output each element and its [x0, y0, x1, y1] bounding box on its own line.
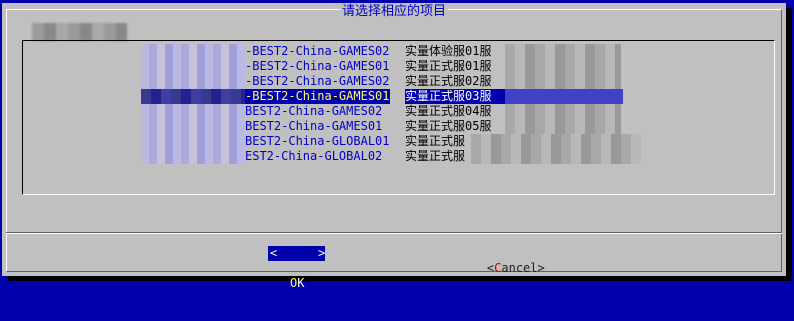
redacted-prompt-text [32, 23, 127, 41]
ok-right-bracket: > [318, 246, 326, 260]
dialog-window: 请选择相应的项目 -BEST2-China-GAMES02 实量体验服01服 -… [2, 3, 786, 290]
redacted-detail [471, 149, 641, 164]
menu-item-desc: 实量正式服04服 [405, 104, 492, 118]
redacted-detail [505, 89, 623, 104]
menu-item[interactable]: -BEST2-China-GAMES02 实量正式服02服 [141, 74, 621, 89]
menu-item-name: -BEST2-China-GAMES01 [245, 89, 390, 104]
ok-left-bracket: < [270, 246, 278, 260]
menu-item[interactable]: EST2-China-GLOBAL02 实量正式服 [141, 149, 641, 164]
cancel-button[interactable]: <Cancel> [458, 246, 545, 291]
menu-item-desc: 实量正式服02服 [405, 74, 492, 88]
redacted-detail [505, 44, 621, 59]
ok-button[interactable]: < OK > [268, 246, 326, 290]
menu-item[interactable]: BEST2-China-GAMES01 实量正式服05服 [141, 119, 621, 134]
redacted-detail [505, 104, 621, 119]
menu-item-desc: 实量正式服01服 [405, 59, 492, 73]
redacted-tag [141, 134, 245, 149]
menu-item-name: -BEST2-China-GAMES01 [245, 59, 390, 73]
menu-item-selected[interactable]: -BEST2-China-GAMES01 实量正式服03服 [141, 89, 623, 104]
redacted-detail [505, 119, 621, 134]
redacted-tag [141, 59, 245, 74]
menu-item[interactable]: BEST2-China-GLOBAL01 实量正式服 [141, 134, 641, 149]
cancel-right-bracket: > [537, 261, 545, 275]
menu-item-name: BEST2-China-GAMES01 [245, 119, 383, 133]
redacted-tag [141, 119, 245, 134]
redacted-detail [505, 59, 621, 74]
menu-item-name: BEST2-China-GAMES02 [245, 104, 383, 118]
menu-item-name: -BEST2-China-GAMES02 [245, 44, 390, 58]
menu-item-desc: 实量正式服 [405, 134, 466, 148]
dialog-title: 请选择相应的项目 [339, 4, 449, 20]
menu-item-name: -BEST2-China-GAMES02 [245, 74, 390, 88]
redacted-detail [505, 74, 621, 89]
menu-item[interactable]: BEST2-China-GAMES02 实量正式服04服 [141, 104, 621, 119]
menu-item[interactable]: -BEST2-China-GAMES01 实量正式服01服 [141, 59, 621, 74]
menu-item-desc: 实量正式服05服 [405, 119, 492, 133]
ok-label: K [297, 276, 305, 290]
menu-item-desc: 实量正式服 [405, 149, 466, 163]
redacted-tag [141, 44, 245, 59]
redacted-tag [141, 74, 245, 89]
redacted-tag [141, 104, 245, 119]
menu-item[interactable]: -BEST2-China-GAMES02 实量体验服01服 [141, 44, 621, 59]
button-divider [6, 232, 782, 234]
menu-item-desc: 实量正式服03服 [405, 89, 505, 104]
redacted-tag [141, 89, 245, 104]
cancel-label: ancel [501, 261, 538, 275]
menu-list[interactable]: -BEST2-China-GAMES02 实量体验服01服 -BEST2-Chi… [22, 40, 775, 195]
redacted-detail [471, 134, 641, 149]
menu-item-name: EST2-China-GLOBAL02 [245, 149, 383, 163]
menu-item-name: BEST2-China-GLOBAL01 [245, 134, 390, 148]
redacted-tag [141, 149, 245, 164]
menu-item-desc: 实量体验服01服 [405, 44, 492, 58]
